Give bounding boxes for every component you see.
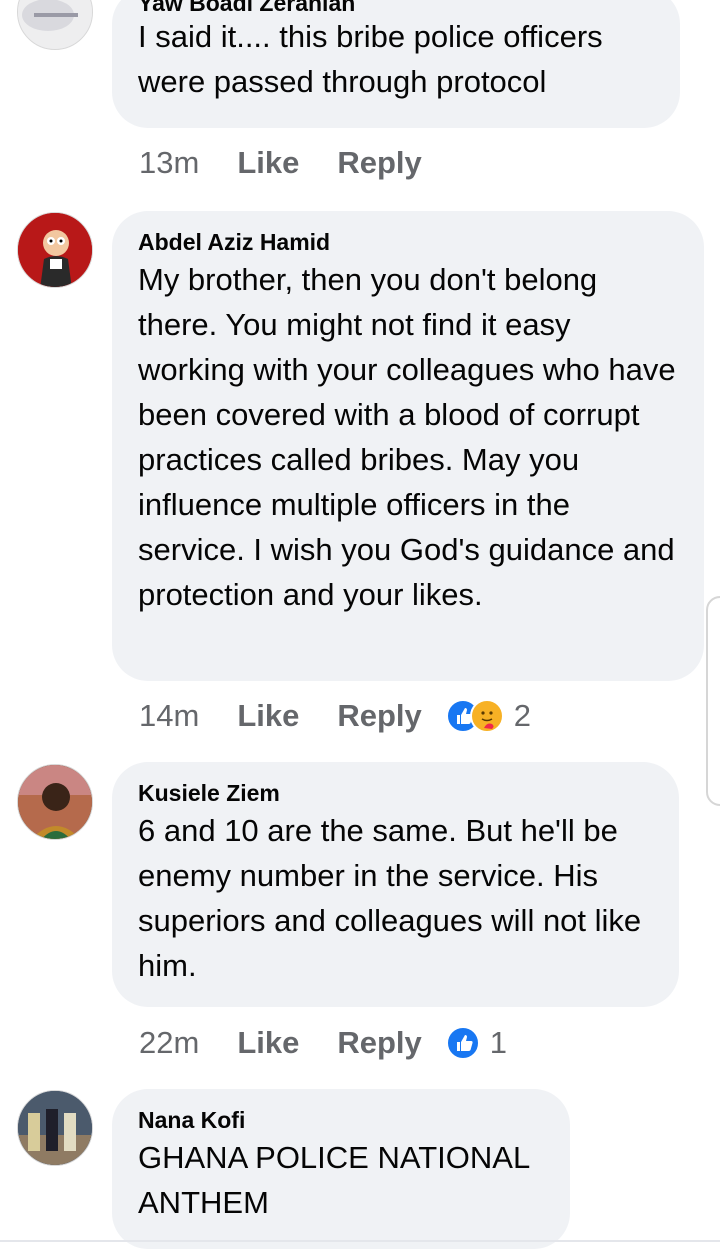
reply-button[interactable]: Reply — [337, 698, 421, 734]
comment-text: I said it.... this bribe police officers… — [138, 19, 603, 99]
comment-time[interactable]: 14m — [139, 698, 199, 734]
comment-actions: 14m Like Reply 2 — [139, 694, 531, 738]
reaction-count: 1 — [489, 1025, 508, 1060]
avatar[interactable] — [17, 764, 93, 840]
avatar-photo-icon — [18, 1091, 92, 1165]
comment-text: GHANA POLICE NATIONAL ANTHEM — [138, 1140, 530, 1220]
avatar[interactable] — [17, 1090, 93, 1166]
comment-author[interactable]: Yaw Boadi Zeranian — [138, 0, 654, 15]
avatar-photo-icon — [18, 765, 92, 839]
comment-time[interactable]: 22m — [139, 1025, 199, 1061]
comment-bubble[interactable]: Kusiele Ziem 6 and 10 are the same. But … — [112, 762, 679, 1007]
avatar[interactable] — [17, 212, 93, 288]
like-button[interactable]: Like — [237, 145, 299, 181]
divider — [0, 1240, 720, 1242]
care-icon — [469, 699, 504, 733]
reaction-count: 2 — [513, 698, 532, 733]
avatar-photo-icon — [18, 0, 92, 49]
comment-bubble[interactable]: Abdel Aziz Hamid My brother, then you do… — [112, 211, 704, 681]
avatar-cartoon-icon — [18, 213, 92, 287]
comment-author[interactable]: Nana Kofi — [138, 1105, 544, 1135]
comment-bubble[interactable]: Nana Kofi GHANA POLICE NATIONAL ANTHEM — [112, 1089, 570, 1249]
reaction-summary[interactable]: 1 — [445, 1025, 508, 1061]
comment-text: 6 and 10 are the same. But he'll be enem… — [138, 813, 642, 983]
reply-button[interactable]: Reply — [337, 145, 421, 181]
comment-author[interactable]: Kusiele Ziem — [138, 778, 653, 808]
avatar[interactable] — [17, 0, 93, 50]
like-button[interactable]: Like — [237, 698, 299, 734]
reaction-summary[interactable]: 2 — [445, 698, 532, 734]
comment-bubble[interactable]: Yaw Boadi Zeranian I said it.... this br… — [112, 0, 680, 128]
like-button[interactable]: Like — [237, 1025, 299, 1061]
comment-time[interactable]: 13m — [139, 145, 199, 181]
comment-author[interactable]: Abdel Aziz Hamid — [138, 227, 678, 257]
comment-actions: 13m Like Reply — [139, 141, 446, 185]
scroll-handle[interactable] — [706, 596, 720, 806]
reply-button[interactable]: Reply — [337, 1025, 421, 1061]
like-icon — [445, 1026, 480, 1060]
comment-text: My brother, then you don't belong there.… — [138, 262, 676, 612]
comment-actions: 22m Like Reply 1 — [139, 1021, 507, 1065]
